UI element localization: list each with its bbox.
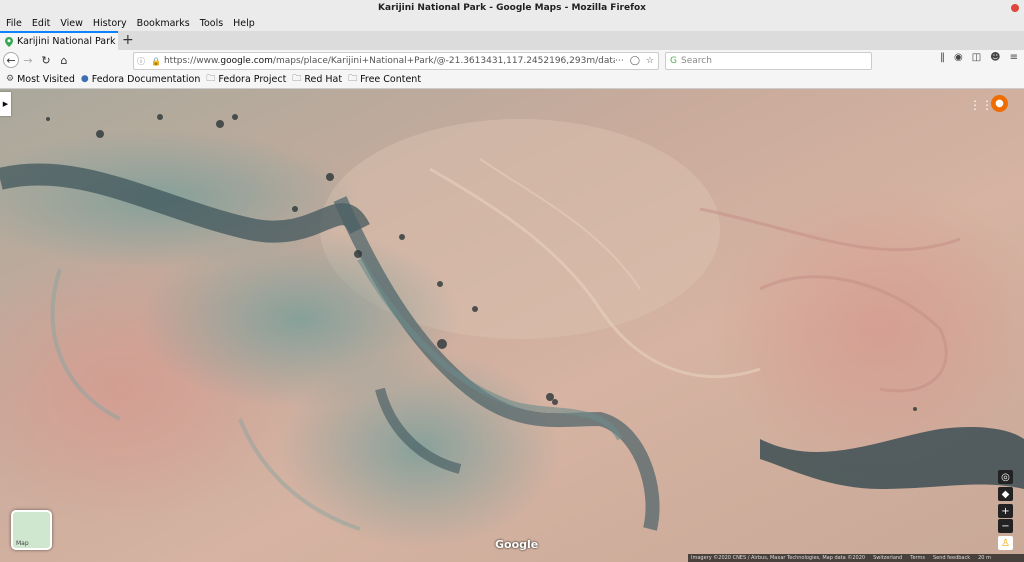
account-avatar[interactable]: ● [991,95,1008,112]
chevron-right-icon: ▶ [2,100,9,108]
reload-icon: ↻ [41,53,51,67]
menu-history[interactable]: History [93,18,127,29]
forward-button[interactable]: → [19,51,37,69]
send-feedback-link[interactable]: Send feedback [933,555,970,561]
folder-icon: 🗀 [348,74,358,84]
pocket-icon[interactable]: ◯ [630,56,640,66]
plus-icon: + [1001,505,1010,517]
back-button[interactable]: ← [3,52,19,68]
menu-bookmarks[interactable]: Bookmarks [137,18,190,29]
compass-icon: ◆ [1001,488,1010,500]
hamburger-menu-icon[interactable]: ≡ [1010,52,1018,63]
terms-link[interactable]: Terms [910,555,925,561]
menu-edit[interactable]: Edit [32,18,50,29]
toolbar-right: ‖ ◉ ◫ ☻ ≡ [940,52,1018,63]
bookmark-label: Fedora Documentation [91,73,201,85]
pegman-icon: ♙ [1001,537,1010,549]
sync-account-icon[interactable]: ◉ [954,52,963,63]
tab-karijini[interactable]: Karijini National Park [0,31,118,50]
home-icon: ⌂ [60,53,68,67]
map-canvas[interactable] [0,89,1024,562]
window-title: Karijini National Park - Google Maps - M… [378,3,646,13]
country-link[interactable]: Switzerland [873,555,902,561]
bookmark-fedora-project[interactable]: 🗀 Fedora Project [206,71,286,87]
url-bar[interactable]: ⓘ 🔒 https://www.google.com/maps/place/Ka… [133,52,659,70]
street-view-pegman[interactable]: ♙ [998,536,1013,550]
url-text[interactable]: https://www.google.com/maps/place/Kariji… [164,56,615,66]
bookmark-label: Red Hat [304,73,343,85]
compass-button[interactable]: ◆ [998,487,1013,501]
globe-view-button[interactable]: ◎ [998,470,1013,484]
menu-view[interactable]: View [60,18,83,29]
bookmarks-toolbar: ⚙ Most Visited ● Fedora Documentation 🗀 Fed… [0,70,1024,89]
gear-icon: ⚙ [6,74,15,84]
map-footer: Imagery ©2020 CNES / Airbus, Maxar Techn… [688,554,1024,562]
imagery-attribution: Imagery ©2020 CNES / Airbus, Maxar Techn… [691,555,866,561]
search-bar[interactable]: G Search [665,52,872,70]
bookmark-label: Most Visited [17,73,75,85]
globe-icon: ◎ [1001,471,1010,483]
user-icon: ● [995,98,1004,109]
bookmark-label: Free Content [360,73,422,85]
menu-tools[interactable]: Tools [200,18,223,29]
url-path: /maps/place/Karijini+National+Park/@-21.… [272,56,615,66]
reload-button[interactable]: ↻ [37,51,55,69]
side-panel-toggle[interactable]: ▶ [0,92,11,116]
zoom-out-button[interactable]: − [998,519,1013,533]
menu-bar: File Edit View History Bookmarks Tools H… [0,16,1024,31]
satellite-imagery [0,89,1024,562]
window-close-button[interactable] [1011,4,1019,12]
page-actions-icon[interactable]: ⋯ [615,56,624,66]
bookmark-label: Fedora Project [218,73,287,85]
menu-file[interactable]: File [6,18,22,29]
fedora-icon: ● [80,74,89,84]
window-titlebar: Karijini National Park - Google Maps - M… [0,0,1024,16]
search-engine-icon: G [670,56,677,66]
google-logo: Google [495,538,539,551]
library-icon[interactable]: ‖ [940,52,945,63]
zoom-in-button[interactable]: + [998,504,1013,518]
google-maps-pin-icon [5,36,13,47]
sidebar-icon[interactable]: ◫ [972,52,981,63]
forward-arrow-icon: → [23,53,33,67]
bookmark-free-content[interactable]: 🗀 Free Content [348,71,421,87]
back-arrow-icon: ← [6,53,16,67]
bookmark-fedora-docs[interactable]: ● Fedora Documentation [81,74,200,85]
map-layer-label: Map [16,540,29,547]
tab-bar: Karijini National Park + [0,31,1024,50]
url-domain: google.com [220,56,273,66]
bookmark-red-hat[interactable]: 🗀 Red Hat [292,71,342,87]
site-info-icon[interactable]: ⓘ [137,56,145,67]
url-prefix: https://www. [163,56,221,66]
bookmark-most-visited[interactable]: ⚙ Most Visited [6,74,75,85]
new-tab-button[interactable]: + [122,32,134,48]
menu-help[interactable]: Help [233,18,255,29]
map-layer-toggle[interactable]: Map [11,510,52,550]
folder-icon: 🗀 [206,74,216,84]
tab-label: Karijini National Park [17,36,116,47]
profile-icon[interactable]: ☻ [990,52,1000,63]
folder-icon: 🗀 [292,74,302,84]
home-button[interactable]: ⌂ [55,51,73,69]
scale-bar[interactable]: 20 m [978,555,991,561]
search-input[interactable]: Search [681,56,712,66]
lock-icon: 🔒 [151,56,161,66]
minus-icon: − [1001,520,1010,532]
bookmark-star-icon[interactable]: ☆ [646,56,654,66]
